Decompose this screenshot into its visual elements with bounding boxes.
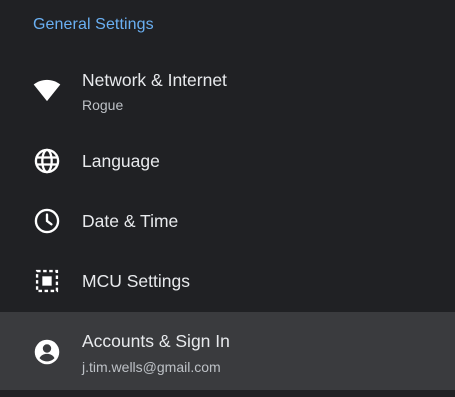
wifi-icon (33, 76, 61, 104)
settings-item-label: Accounts & Sign In (82, 331, 230, 351)
mcu-chip-icon (33, 267, 61, 295)
settings-item-language[interactable]: Language (0, 133, 455, 189)
settings-item-date-time[interactable]: Date & Time (0, 193, 455, 249)
general-settings-panel: General Settings Network & Internet Rogu… (0, 0, 455, 397)
settings-item-label: Date & Time (82, 211, 179, 231)
settings-item-label: Language (82, 151, 160, 171)
settings-item-label: Network & Internet (82, 70, 227, 90)
globe-icon (33, 147, 61, 175)
settings-item-network[interactable]: Network & Internet Rogue (0, 60, 455, 122)
clock-icon (33, 207, 61, 235)
settings-item-accounts[interactable]: Accounts & Sign In j.tim.wells@gmail.com (0, 312, 455, 390)
settings-item-sublabel: Rogue (82, 97, 124, 113)
settings-item-label: MCU Settings (82, 271, 190, 291)
settings-item-mcu[interactable]: MCU Settings (0, 253, 455, 309)
section-header: General Settings (33, 16, 154, 33)
account-circle-icon (33, 338, 61, 366)
settings-item-sublabel: j.tim.wells@gmail.com (82, 359, 221, 375)
